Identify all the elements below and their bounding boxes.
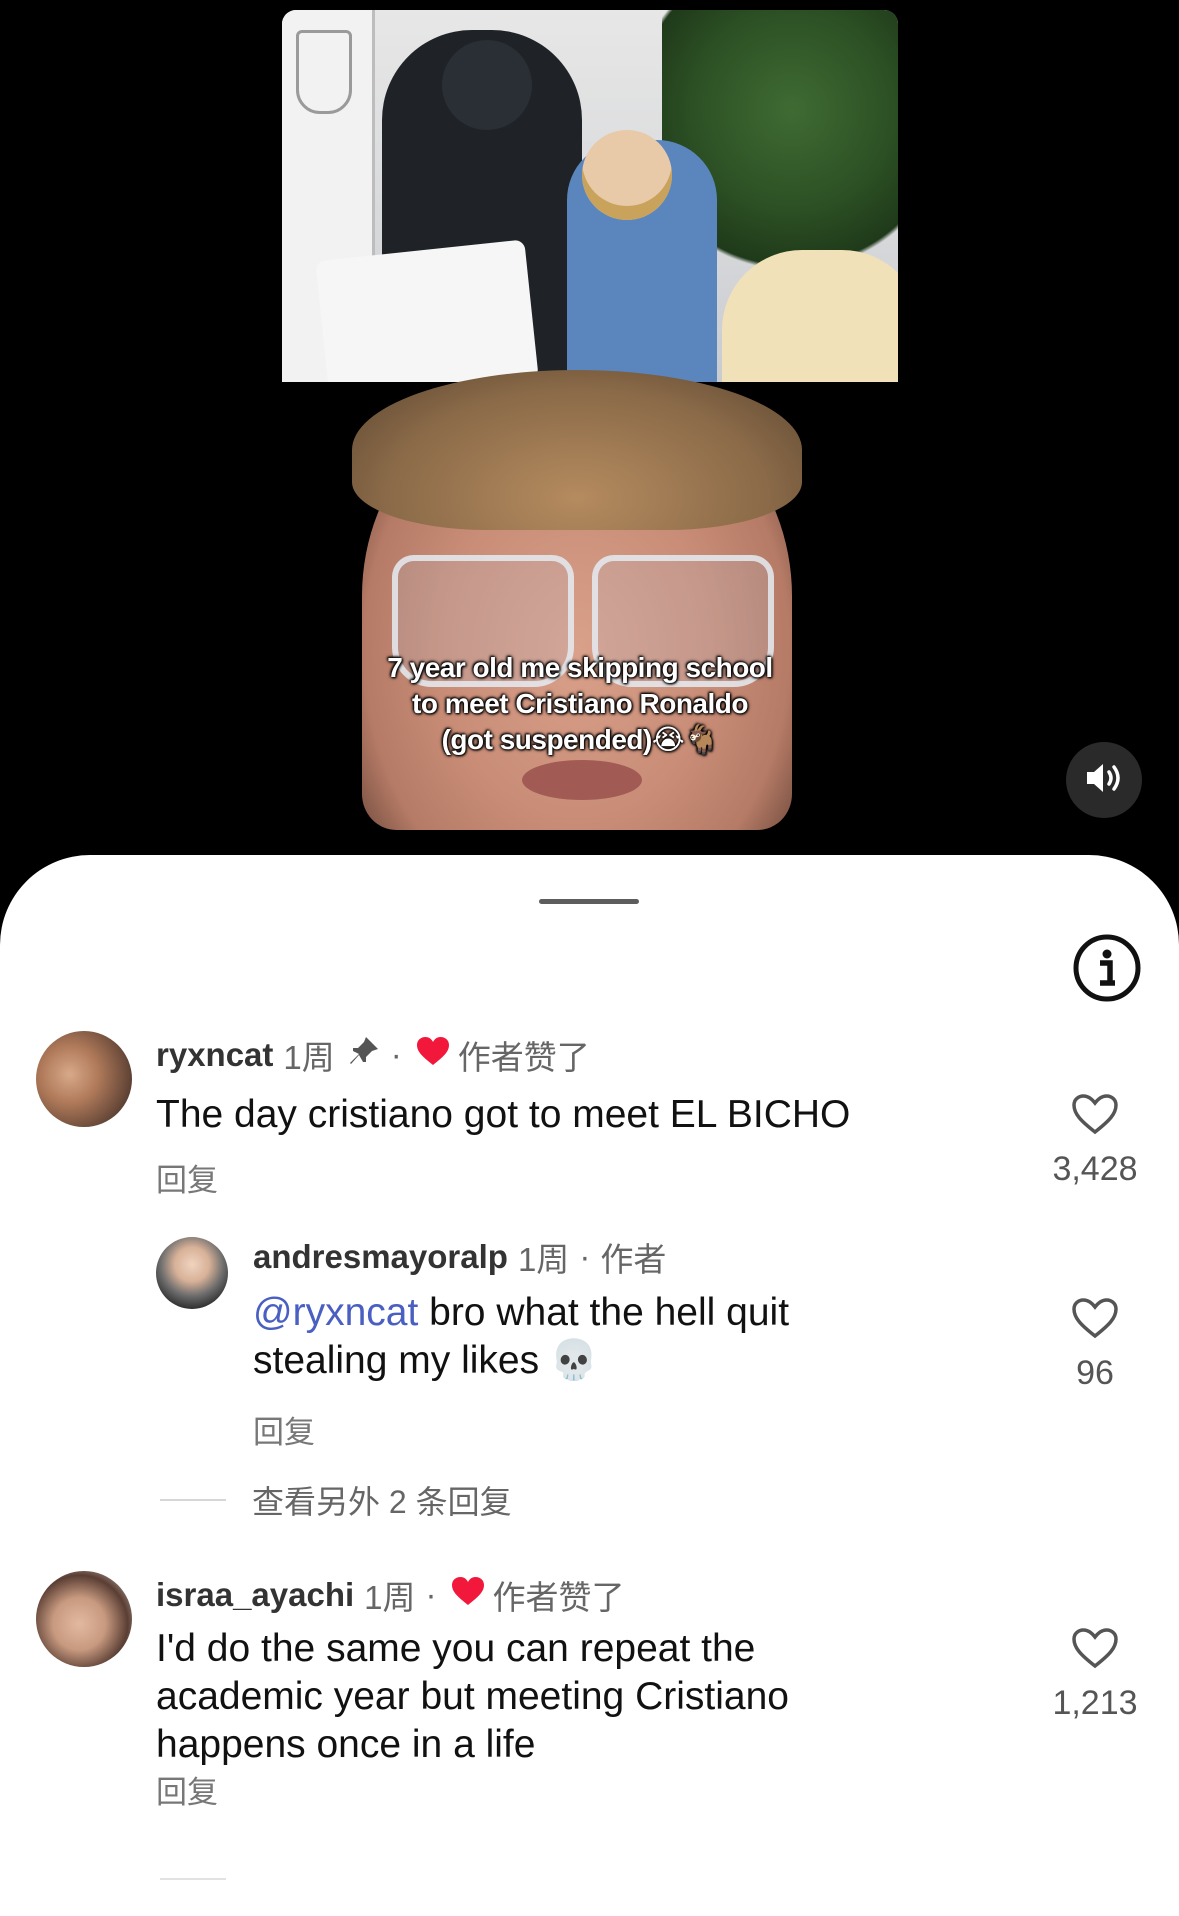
comments-sheet: ryxncat 1周 · 作者赞了 The day cristiano got … bbox=[0, 855, 1179, 1916]
reply-button[interactable]: 回复 bbox=[253, 1407, 315, 1452]
like-count: 1,213 bbox=[1052, 1684, 1138, 1722]
sheet-drag-handle[interactable] bbox=[539, 899, 639, 904]
creator-face-cutout bbox=[352, 370, 802, 830]
like-button[interactable]: 3,428 bbox=[1035, 1093, 1155, 1189]
view-more-replies-button[interactable]: 查看另外 2 条回复 bbox=[160, 1477, 512, 1523]
author-tag: 作者 bbox=[600, 1241, 667, 1278]
heart-filled-icon bbox=[416, 1036, 450, 1074]
info-icon bbox=[1072, 934, 1142, 1007]
comment-text: I'd do the same you can repeat the acade… bbox=[156, 1625, 789, 1769]
heart-outline-icon bbox=[1071, 1628, 1119, 1673]
like-button[interactable]: 96 bbox=[1035, 1297, 1155, 1393]
comment-username[interactable]: israa_ayachi bbox=[156, 1576, 354, 1614]
heart-outline-icon bbox=[1071, 1298, 1119, 1343]
comment-time: 1周 bbox=[364, 1579, 416, 1616]
mention-link[interactable]: @ryxncat bbox=[253, 1291, 418, 1334]
reply-button[interactable]: 回复 bbox=[156, 1767, 218, 1812]
caption-line: to meet Cristiano Ronaldo bbox=[412, 688, 748, 719]
club-crest-logo bbox=[296, 30, 352, 114]
video-photo-frame bbox=[282, 10, 898, 382]
comment-time: 1周 bbox=[283, 1039, 335, 1076]
comment-text-line: happens once in a life bbox=[156, 1723, 536, 1766]
video-caption: 7 year old me skipping school to meet Cr… bbox=[330, 650, 830, 758]
avatar[interactable] bbox=[156, 1237, 228, 1309]
caption-line: (got suspended)😭🐐 bbox=[441, 724, 719, 755]
like-count: 96 bbox=[1076, 1354, 1114, 1392]
comment-text-line: academic year but meeting Cristiano bbox=[156, 1675, 789, 1718]
liked-by-author-label: 作者赞了 bbox=[457, 1039, 590, 1076]
comment-username[interactable]: andresmayoralp bbox=[253, 1238, 508, 1276]
view-more-replies-label: 查看另外 2 条回复 bbox=[252, 1484, 512, 1520]
like-count: 3,428 bbox=[1052, 1150, 1138, 1188]
comment-time: 1周 bbox=[517, 1241, 570, 1278]
comment-text-line: stealing my likes 💀 bbox=[253, 1339, 599, 1382]
video-player[interactable]: 7 year old me skipping school to meet Cr… bbox=[0, 0, 1179, 870]
reply-button[interactable]: 回复 bbox=[156, 1155, 218, 1200]
sound-toggle-button[interactable] bbox=[1066, 742, 1142, 818]
like-button[interactable]: 1,213 bbox=[1035, 1627, 1155, 1723]
pin-icon bbox=[347, 1034, 381, 1076]
comment-username[interactable]: ryxncat bbox=[156, 1036, 273, 1074]
speaker-on-icon bbox=[1084, 761, 1124, 800]
comment-text-line: I'd do the same you can repeat the bbox=[156, 1627, 756, 1670]
divider bbox=[160, 1878, 226, 1880]
heart-outline-icon bbox=[1071, 1094, 1119, 1139]
comment-text: The day cristiano got to meet EL BICHO bbox=[156, 1093, 851, 1136]
heart-filled-icon bbox=[451, 1576, 485, 1614]
avatar[interactable] bbox=[36, 1031, 132, 1127]
avatar[interactable] bbox=[36, 1571, 132, 1667]
comment-text-rest: bro what the hell quit bbox=[418, 1291, 790, 1334]
comment-text: @ryxncat bro what the hell quit stealing… bbox=[253, 1289, 789, 1385]
caption-line: 7 year old me skipping school bbox=[387, 652, 773, 683]
liked-by-author-label: 作者赞了 bbox=[492, 1579, 625, 1616]
info-button[interactable] bbox=[1072, 933, 1142, 1003]
